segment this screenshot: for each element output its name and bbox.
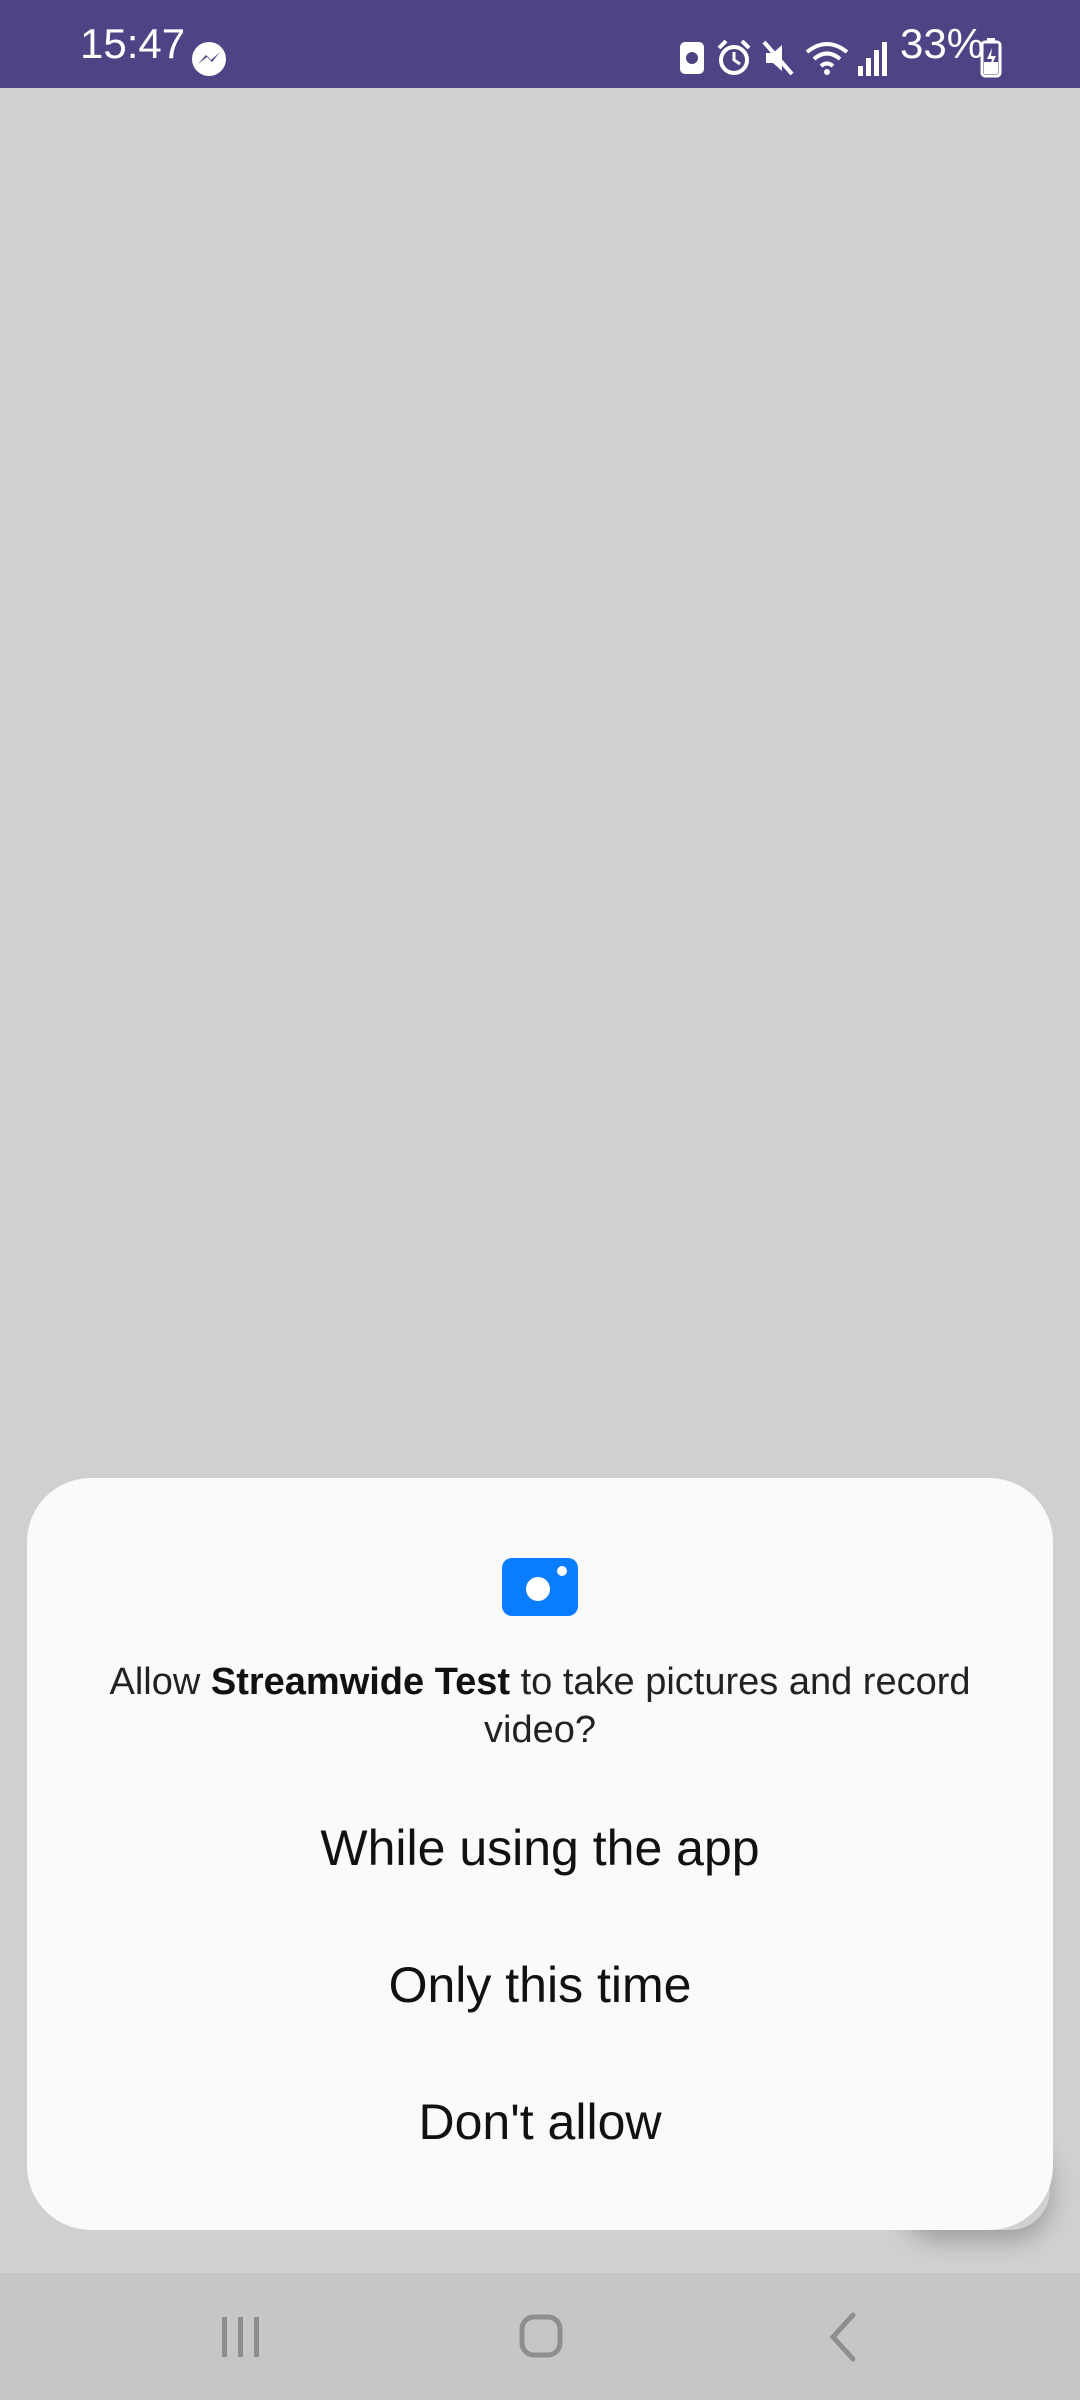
only-this-time-button[interactable]: Only this time — [87, 1935, 993, 2035]
messenger-icon — [192, 42, 226, 76]
alarm-icon — [717, 39, 751, 75]
battery-percent: 33% — [900, 20, 985, 67]
message-prefix: Allow — [109, 1661, 211, 1703]
wifi-icon — [805, 42, 849, 75]
app-name: Streamwide Test — [210, 1661, 511, 1703]
back-icon[interactable] — [805, 2297, 885, 2377]
status-time: 15:47 — [80, 20, 186, 67]
status-bar: 15:47 33% — [0, 0, 1080, 88]
while-using-app-button[interactable]: While using the app — [87, 1798, 993, 1898]
dont-allow-button[interactable]: Don't allow — [87, 2072, 993, 2172]
recent-apps-icon[interactable] — [200, 2297, 280, 2377]
storage-icon — [680, 42, 704, 74]
permission-message: Allow Streamwide Test to take pictures a… — [87, 1658, 993, 1754]
mute-icon — [762, 40, 794, 76]
navigation-bar — [0, 2273, 1080, 2400]
camera-icon — [502, 1558, 578, 1616]
permission-dialog: Allow Streamwide Test to take pictures a… — [27, 1478, 1053, 2230]
message-suffix: to take pictures and record video? — [484, 1661, 971, 1751]
battery-icon — [980, 38, 1002, 78]
home-icon[interactable] — [500, 2297, 580, 2377]
signal-icon — [858, 42, 887, 76]
